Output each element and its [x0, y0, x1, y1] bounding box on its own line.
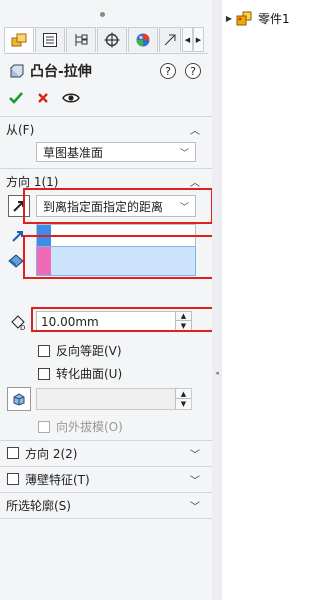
preview-eye-icon[interactable]: [62, 91, 80, 105]
section-thin-feature-label: 薄壁特征(T): [25, 472, 90, 487]
checkbox-icon[interactable]: [38, 344, 50, 357]
translate-surface-checkbox[interactable]: 转化曲面(U): [38, 365, 122, 382]
feature-manager-icon: [11, 33, 27, 47]
drag-handle-dot[interactable]: [100, 12, 105, 17]
checkbox-icon[interactable]: [38, 420, 50, 433]
section-from-header[interactable]: 从(F) ︿: [4, 118, 208, 140]
start-condition-select[interactable]: 草图基准面 ﹀: [36, 142, 196, 162]
svg-text:D: D: [20, 324, 25, 331]
feature-title-row: 凸台-拉伸: [8, 60, 208, 82]
help-button[interactable]: ?: [160, 63, 176, 79]
feature-tree: ▶ 零件1: [222, 0, 294, 600]
splitter-grip-icon[interactable]: ◂: [213, 366, 221, 380]
annotation-box: [23, 235, 214, 279]
tab-property-manager[interactable]: [35, 27, 65, 52]
draft-angle-spinner[interactable]: ▲ ▼: [36, 388, 192, 410]
divider: [0, 492, 212, 493]
tree-item-part[interactable]: ▶ 零件1: [222, 10, 290, 27]
expand-arrow-icon[interactable]: ▶: [222, 14, 236, 23]
checkbox-icon[interactable]: [7, 447, 19, 459]
part-icon: [236, 11, 254, 27]
expand-icon: ﹀: [190, 475, 200, 487]
reverse-offset-checkbox[interactable]: 反向等距(V): [38, 342, 122, 359]
translate-surface-label: 转化曲面(U): [56, 367, 123, 381]
tab-display-manager[interactable]: [128, 27, 158, 52]
draft-outward-checkbox[interactable]: 向外拔模(O): [38, 418, 123, 435]
tab-dimxpert-manager[interactable]: [97, 27, 127, 52]
annotation-box: [31, 307, 234, 332]
collapse-icon: ︿: [190, 125, 200, 137]
offset-distance-icon: D: [8, 312, 28, 332]
start-condition-value: 草图基准面: [43, 145, 104, 160]
divider: [0, 116, 212, 117]
ok-check-icon[interactable]: [8, 90, 24, 106]
draft-outward-label: 向外拔模(O): [56, 420, 123, 434]
expand-icon: ﹀: [190, 449, 200, 461]
property-manager-panel: ◀ ▶ 凸台-拉伸 ? ? 从(F) ︿ 草图基准面 ﹀ 方向 1(1) ︿ 到…: [0, 0, 234, 600]
tab-configuration-manager[interactable]: [66, 27, 96, 52]
configuration-manager-icon: [75, 34, 88, 46]
help-label-2: ?: [190, 64, 196, 78]
tab-feature-manager[interactable]: [4, 27, 34, 52]
expand-icon: ﹀: [190, 501, 200, 513]
part-label: 零件1: [258, 12, 290, 26]
reverse-offset-label: 反向等距(V): [56, 344, 122, 358]
property-manager-icon: [43, 33, 57, 47]
manager-tabs: ◀ ▶: [4, 27, 208, 54]
page-title: 凸台-拉伸: [30, 64, 92, 80]
annotation-box: [23, 188, 213, 224]
draft-button[interactable]: [7, 387, 31, 411]
help-label: ?: [165, 64, 171, 78]
collapse-icon: ︿: [190, 177, 200, 189]
divider: [0, 518, 212, 519]
draft-icon: [13, 393, 25, 406]
expand-tab-icon: [164, 34, 176, 46]
cancel-x-icon[interactable]: [36, 91, 50, 105]
tab-scroll-right[interactable]: ▶: [193, 27, 204, 52]
spin-down-icon[interactable]: ▼: [175, 399, 191, 409]
spin-up-icon[interactable]: ▲: [175, 389, 191, 399]
section-selected-contours-header[interactable]: 所选轮廓(S) ﹀: [4, 494, 208, 516]
divider: [0, 168, 212, 169]
chevron-down-icon: ﹀: [179, 148, 189, 159]
extrude-boss-icon: [10, 64, 24, 78]
section-selected-contours-label: 所选轮廓(S): [6, 498, 71, 513]
section-thin-feature-header[interactable]: 薄壁特征(T) ﹀: [4, 468, 208, 490]
appearance-sphere-icon: [136, 33, 150, 47]
tab-scroll-left[interactable]: ◀: [182, 27, 193, 52]
checkbox-icon[interactable]: [38, 367, 50, 380]
detailed-help-button[interactable]: ?: [185, 63, 201, 79]
crosshair-icon: [104, 32, 120, 48]
action-buttons: [8, 88, 80, 108]
checkbox-icon[interactable]: [7, 473, 19, 485]
divider: [0, 440, 212, 441]
divider: [0, 466, 212, 467]
tab-more[interactable]: [159, 27, 181, 52]
section-direction2-header[interactable]: 方向 2(2) ﹀: [4, 442, 208, 464]
section-direction1-label: 方向 1(1): [6, 174, 59, 189]
section-direction2-label: 方向 2(2): [25, 446, 78, 461]
section-from-label: 从(F): [6, 122, 35, 137]
